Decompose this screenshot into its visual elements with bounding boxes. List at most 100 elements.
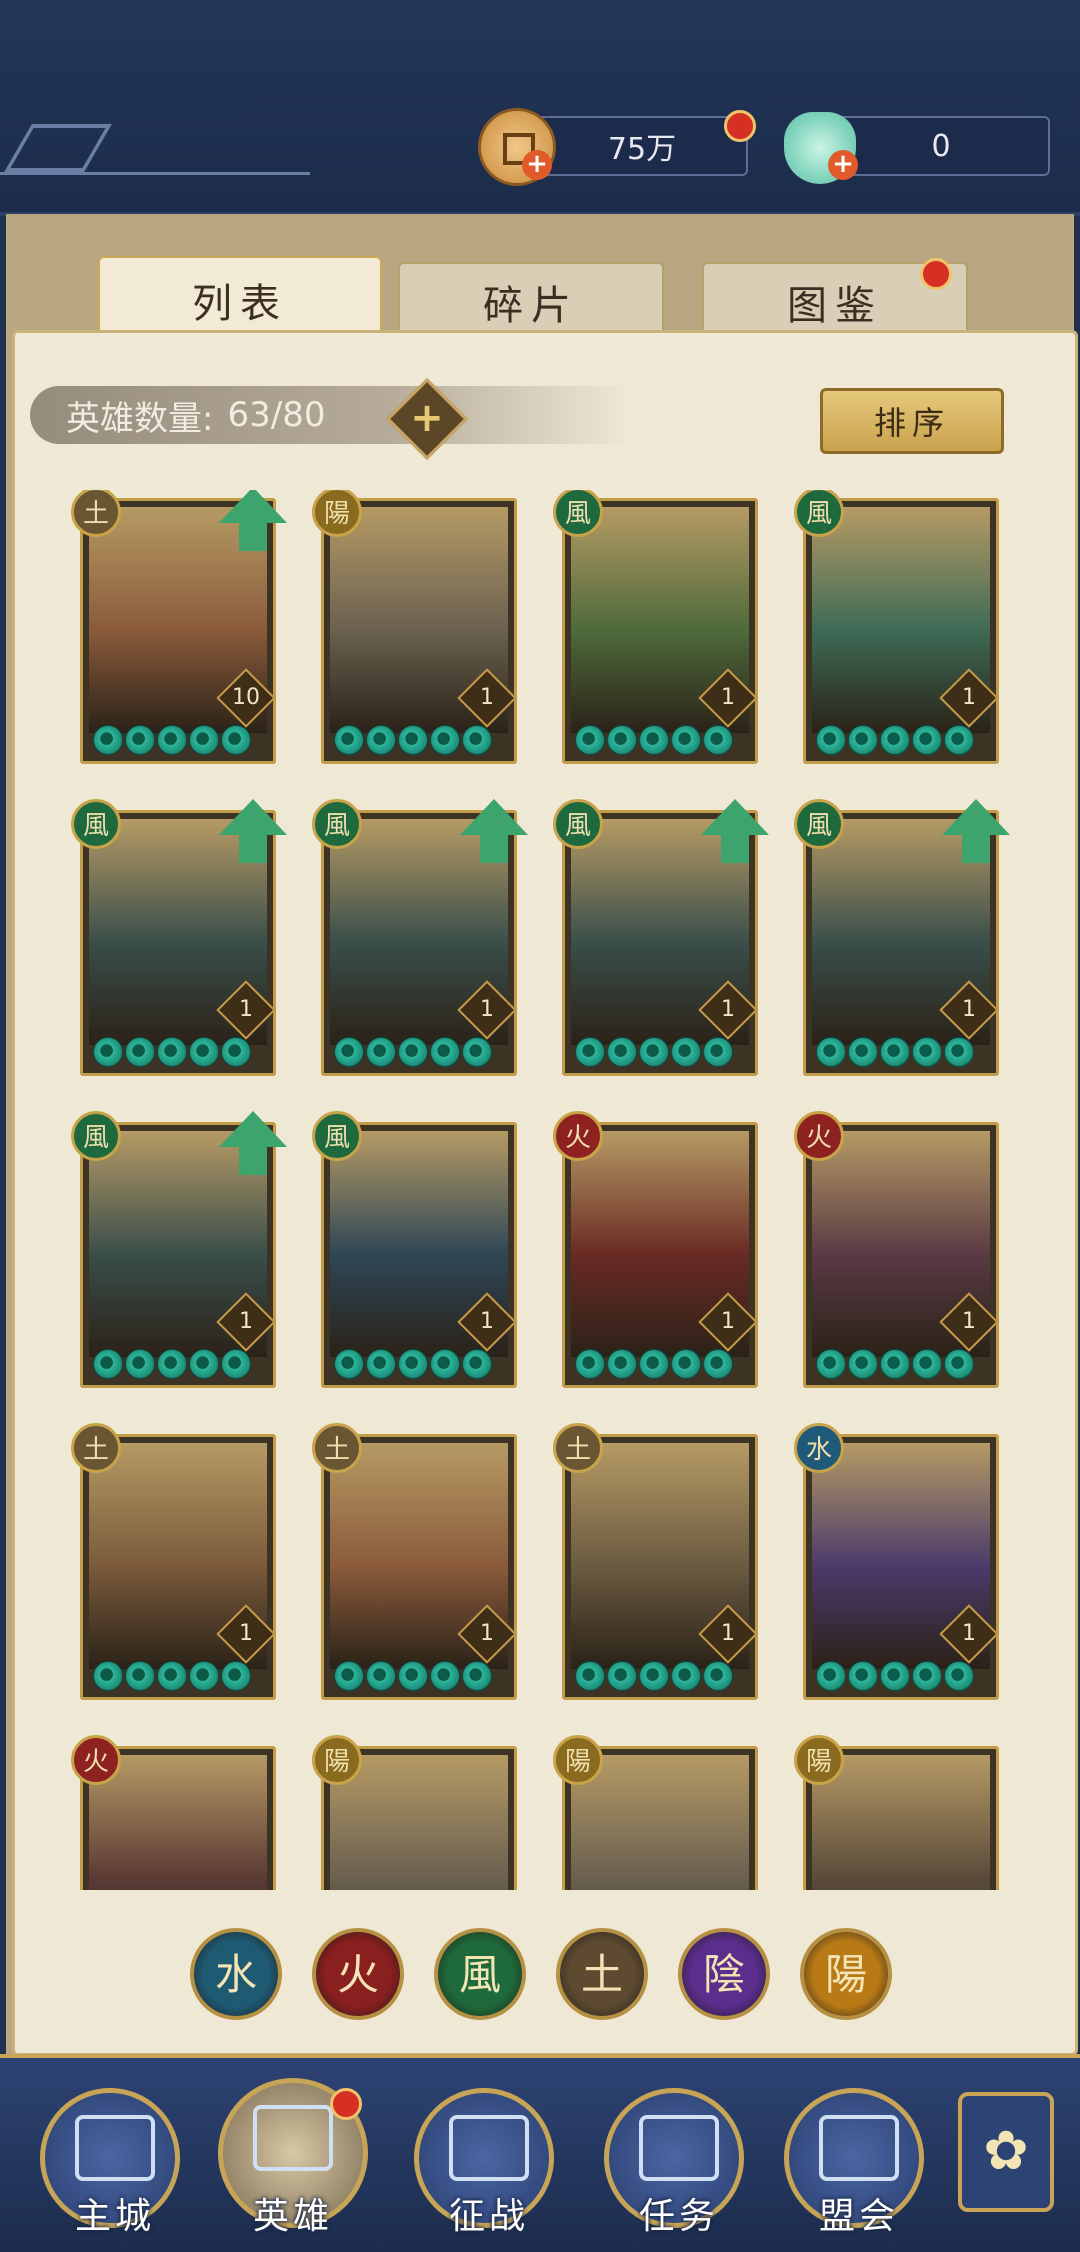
jade-star-icon bbox=[944, 725, 974, 755]
jade-star-icon bbox=[575, 1661, 605, 1691]
element-filter-button[interactable]: 陰 bbox=[678, 1928, 770, 2020]
jade-star-icon bbox=[607, 1661, 637, 1691]
jade-star-icon bbox=[944, 1661, 974, 1691]
jade-star-icon bbox=[912, 725, 942, 755]
jade-star-icon bbox=[462, 1349, 492, 1379]
hero-card[interactable]: 陽 bbox=[794, 1735, 999, 1890]
hero-card[interactable]: 陽 bbox=[553, 1735, 758, 1890]
alliance-pavilion-icon bbox=[819, 2115, 899, 2181]
nav-alliance-pavilion[interactable]: 盟会 bbox=[784, 2088, 924, 2237]
jade-star-icon bbox=[334, 1037, 364, 1067]
jade-star-icon bbox=[848, 1661, 878, 1691]
hero-star-row bbox=[93, 725, 251, 755]
jade-star-icon bbox=[221, 1349, 251, 1379]
hero-level: 1 bbox=[480, 997, 494, 1022]
jade-counter[interactable]: 0 bbox=[832, 116, 1050, 176]
element-badge-icon: 風 bbox=[312, 1111, 362, 1161]
nav-city-gate[interactable]: 主城 bbox=[40, 2088, 180, 2237]
hero-card[interactable]: 陽1 bbox=[312, 490, 517, 764]
jade-star-icon bbox=[639, 1661, 669, 1691]
nav-label: 主城 bbox=[74, 2196, 155, 2237]
element-filter-button[interactable]: 水 bbox=[190, 1928, 282, 2020]
hero-card[interactable]: 土1 bbox=[71, 1423, 276, 1700]
jade-star-icon bbox=[334, 1661, 364, 1691]
hero-level: 1 bbox=[480, 685, 494, 710]
jade-star-icon bbox=[125, 1037, 155, 1067]
hero-star-row bbox=[575, 1349, 733, 1379]
upgrade-arrow-icon bbox=[942, 799, 1010, 863]
hero-card[interactable]: 火1 bbox=[553, 1111, 758, 1388]
hero-star-row bbox=[816, 1661, 974, 1691]
hero-card[interactable]: 風1 bbox=[71, 799, 287, 1076]
jade-star-icon bbox=[703, 1349, 733, 1379]
jade-star-icon bbox=[671, 1037, 701, 1067]
element-filter-button[interactable]: 風 bbox=[434, 1928, 526, 2020]
tab-list-label: 列表 bbox=[192, 281, 288, 327]
jade-star-icon bbox=[189, 1349, 219, 1379]
element-badge-icon: 風 bbox=[312, 799, 362, 849]
jade-star-icon bbox=[430, 1349, 460, 1379]
hero-card[interactable]: 土 10 bbox=[71, 490, 287, 764]
hero-grid: 土 10 陽 1 風 1 風 1 風 1 風 1 風 1 風 1 風 1 風 1 火 1 火 1 土 1 土 1 土 1 水 1 火陽陽陽 bbox=[60, 490, 1020, 1890]
jade-star-icon bbox=[125, 725, 155, 755]
element-badge-icon: 風 bbox=[71, 799, 121, 849]
hero-star-row bbox=[93, 1349, 251, 1379]
jade-star-icon bbox=[880, 1037, 910, 1067]
hero-card[interactable]: 火 bbox=[71, 1735, 276, 1890]
element-badge-icon: 陽 bbox=[312, 1735, 362, 1785]
jade-star-icon bbox=[816, 1037, 846, 1067]
hero-card[interactable]: 風1 bbox=[553, 799, 769, 1076]
jade-star-icon bbox=[93, 1661, 123, 1691]
hero-card[interactable]: 陽 bbox=[312, 1735, 517, 1890]
hero-count-label: 英雄数量: bbox=[66, 398, 214, 439]
hero-card[interactable]: 水1 bbox=[794, 1423, 999, 1700]
cloud-pattern-icon bbox=[4, 124, 112, 172]
hero-card[interactable]: 土1 bbox=[553, 1423, 758, 1700]
hero-star-row bbox=[816, 1349, 974, 1379]
jade-star-icon bbox=[221, 1037, 251, 1067]
add-jade-button[interactable]: + bbox=[828, 150, 858, 180]
hero-card[interactable]: 風1 bbox=[794, 490, 999, 764]
element-filter-button[interactable]: 陽 bbox=[800, 1928, 892, 2020]
coin-counter[interactable]: 75万 bbox=[536, 116, 748, 176]
element-filter-button[interactable]: 火 bbox=[312, 1928, 404, 2020]
jade-star-icon bbox=[944, 1349, 974, 1379]
jade-star-icon bbox=[607, 725, 637, 755]
element-badge-icon: 陽 bbox=[553, 1735, 603, 1785]
hero-card[interactable]: 風1 bbox=[312, 1111, 517, 1388]
jade-star-icon bbox=[398, 1037, 428, 1067]
nav-task-scroll[interactable]: 任务 bbox=[604, 2088, 744, 2237]
jade-star-icon bbox=[462, 725, 492, 755]
hero-card[interactable]: 火1 bbox=[794, 1111, 999, 1388]
nav-label: 征战 bbox=[448, 2196, 529, 2237]
jade-star-icon bbox=[398, 1661, 428, 1691]
upgrade-arrow-icon bbox=[219, 799, 287, 863]
tab-fragments[interactable]: 碎片 bbox=[398, 262, 664, 340]
hero-level: 1 bbox=[480, 1621, 494, 1646]
jade-star-icon bbox=[816, 725, 846, 755]
battle-icon bbox=[449, 2115, 529, 2181]
flower-menu-icon[interactable]: ✿ bbox=[958, 2092, 1054, 2212]
hero-star-row bbox=[93, 1661, 251, 1691]
element-filter-button[interactable]: 土 bbox=[556, 1928, 648, 2020]
hero-star-row bbox=[816, 725, 974, 755]
hero-level: 1 bbox=[962, 1309, 976, 1334]
jade-star-icon bbox=[575, 1349, 605, 1379]
nav-label: 盟会 bbox=[818, 2196, 899, 2237]
add-coin-button[interactable]: + bbox=[522, 150, 552, 180]
hero-card[interactable]: 風1 bbox=[794, 799, 1010, 1076]
jade-star-icon bbox=[848, 1037, 878, 1067]
nav-battle[interactable]: 征战 bbox=[414, 2088, 554, 2237]
hero-card[interactable]: 風1 bbox=[312, 799, 528, 1076]
jade-star-icon bbox=[880, 725, 910, 755]
sort-button[interactable]: 排序 bbox=[820, 388, 1004, 454]
jade-star-icon bbox=[430, 725, 460, 755]
jade-star-icon bbox=[366, 1037, 396, 1067]
hero-card[interactable]: 風1 bbox=[553, 490, 758, 764]
jade-star-icon bbox=[639, 1037, 669, 1067]
jade-star-icon bbox=[93, 1349, 123, 1379]
hero-card[interactable]: 風1 bbox=[71, 1111, 287, 1388]
jade-star-icon bbox=[607, 1349, 637, 1379]
hero-card[interactable]: 土1 bbox=[312, 1423, 517, 1700]
jade-star-icon bbox=[430, 1037, 460, 1067]
